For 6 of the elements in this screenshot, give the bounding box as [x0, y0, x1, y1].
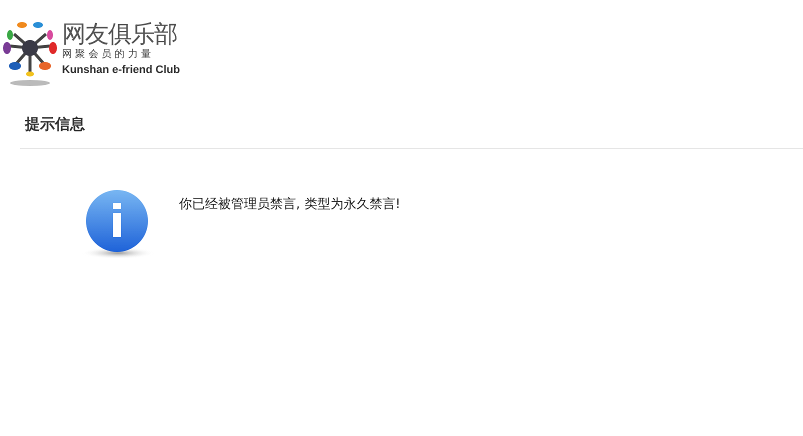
logo-subtitle: Kunshan e-friend Club	[62, 63, 180, 78]
notice-title: 提示信息	[25, 115, 85, 133]
logo-title: 网友俱乐部	[62, 20, 178, 48]
logo-icon	[2, 20, 58, 88]
notice-message: 你已经被管理员禁言, 类型为永久禁言!	[179, 196, 400, 214]
logo-slogan: 网 聚 会 员 的 力 量	[62, 48, 152, 62]
